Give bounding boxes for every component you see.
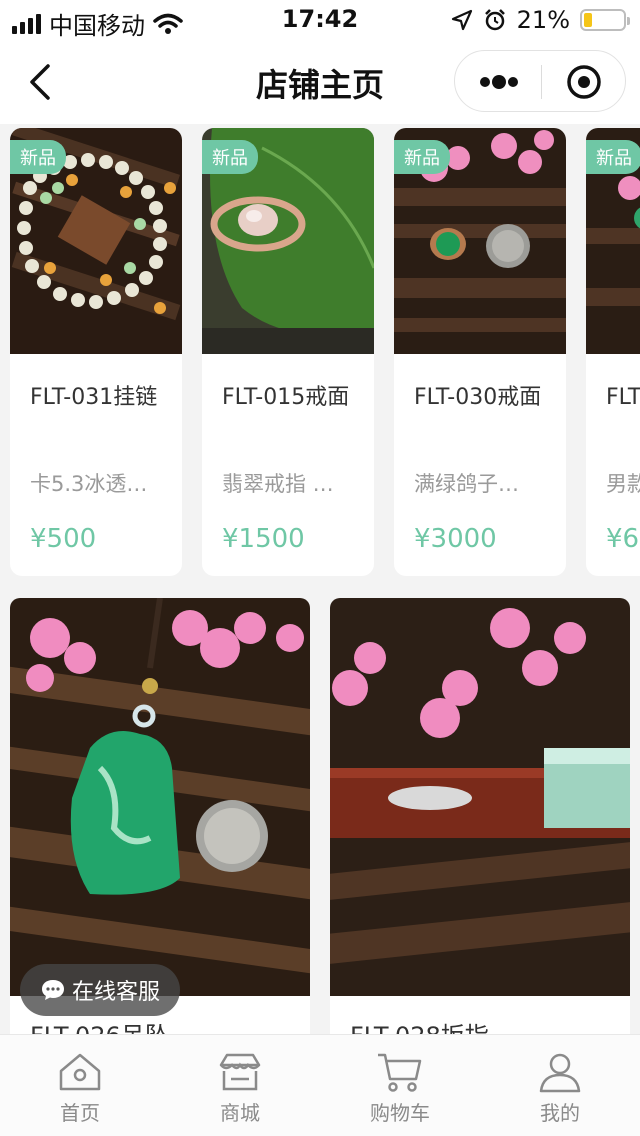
tab-store[interactable]: 商城 bbox=[160, 1035, 320, 1136]
product-description: 翡翠戒指 … bbox=[222, 472, 334, 496]
battery-fill bbox=[584, 13, 592, 27]
tab-cart[interactable]: 购物车 bbox=[320, 1035, 480, 1136]
status-bar: 中国移动 17:42 21% bbox=[0, 0, 640, 40]
tab-label: 我的 bbox=[540, 1101, 580, 1125]
screen: 中国移动 17:42 21% 店铺主页 新品 FLT-031挂链 卡5.3冰透…… bbox=[0, 0, 640, 1136]
store-icon bbox=[219, 1053, 261, 1091]
product-description: 卡5.3冰透… bbox=[30, 472, 148, 496]
home-icon bbox=[59, 1053, 101, 1091]
product-price: ¥1500 bbox=[222, 524, 305, 554]
product-image-ring-on-leaf: 新品 bbox=[202, 128, 374, 354]
more-button[interactable] bbox=[455, 51, 541, 113]
chat-bubble-icon bbox=[41, 980, 64, 1000]
product-title: FLT-031挂链 bbox=[30, 385, 158, 410]
product-description: 男款 bbox=[606, 472, 640, 496]
tab-bar: 首页 商城 购物车 我的 bbox=[0, 1034, 640, 1136]
new-badge: 新品 bbox=[586, 140, 640, 174]
tab-label: 购物车 bbox=[370, 1101, 430, 1125]
product-image-jade-bangle bbox=[330, 598, 630, 996]
product-card[interactable]: 新品 FLT-030戒面 满绿鸽子… ¥3000 bbox=[394, 128, 566, 576]
new-badge: 新品 bbox=[202, 140, 258, 174]
nav-bar: 店铺主页 bbox=[0, 40, 640, 124]
cart-icon bbox=[378, 1053, 422, 1092]
product-title: FLT指 bbox=[606, 385, 640, 410]
tab-me[interactable]: 我的 bbox=[480, 1035, 640, 1136]
product-image-green-ring: 新品 bbox=[394, 128, 566, 354]
more-dots-icon bbox=[480, 75, 518, 89]
product-description: 满绿鸽子… bbox=[414, 472, 519, 496]
new-badge: 新品 bbox=[10, 140, 66, 174]
target-circle-icon bbox=[567, 65, 601, 99]
tab-label: 商城 bbox=[220, 1101, 260, 1125]
alarm-clock-icon bbox=[484, 9, 505, 31]
product-title: FLT-015戒面 bbox=[222, 385, 350, 410]
product-card[interactable]: 新品 FLT-015戒面 翡翠戒指 … ¥1500 bbox=[202, 128, 374, 576]
product-image-partial: 新品 bbox=[586, 128, 640, 354]
product-card-large[interactable]: FLT-028扳指 bbox=[330, 598, 630, 1058]
product-title: FLT-030戒面 bbox=[414, 385, 542, 410]
product-card[interactable]: 新品 FLT指 男款 ¥6 bbox=[586, 128, 640, 576]
location-arrow-icon bbox=[451, 9, 472, 31]
battery-percent: 21% bbox=[516, 6, 570, 34]
close-miniprogram-button[interactable] bbox=[542, 51, 626, 113]
product-image-jade-pendant bbox=[10, 598, 310, 996]
product-card[interactable]: 新品 FLT-031挂链 卡5.3冰透… ¥500 bbox=[10, 128, 182, 576]
battery-icon bbox=[580, 9, 630, 31]
tab-home[interactable]: 首页 bbox=[0, 1035, 160, 1136]
user-icon bbox=[539, 1053, 581, 1093]
online-service-button[interactable]: 在线客服 bbox=[20, 964, 180, 1016]
online-service-label: 在线客服 bbox=[71, 980, 160, 1005]
status-right: 21% bbox=[451, 6, 630, 34]
new-badge: 新品 bbox=[394, 140, 450, 174]
product-price: ¥6 bbox=[606, 524, 640, 554]
product-price: ¥500 bbox=[30, 524, 97, 554]
tab-label: 首页 bbox=[60, 1101, 100, 1125]
new-products-row[interactable]: 新品 FLT-031挂链 卡5.3冰透… ¥500 新品 FLT-015戒面 翡… bbox=[0, 124, 640, 594]
product-image-bead-necklace: 新品 bbox=[10, 128, 182, 354]
product-price: ¥3000 bbox=[414, 524, 497, 554]
mini-program-capsule bbox=[454, 50, 626, 112]
